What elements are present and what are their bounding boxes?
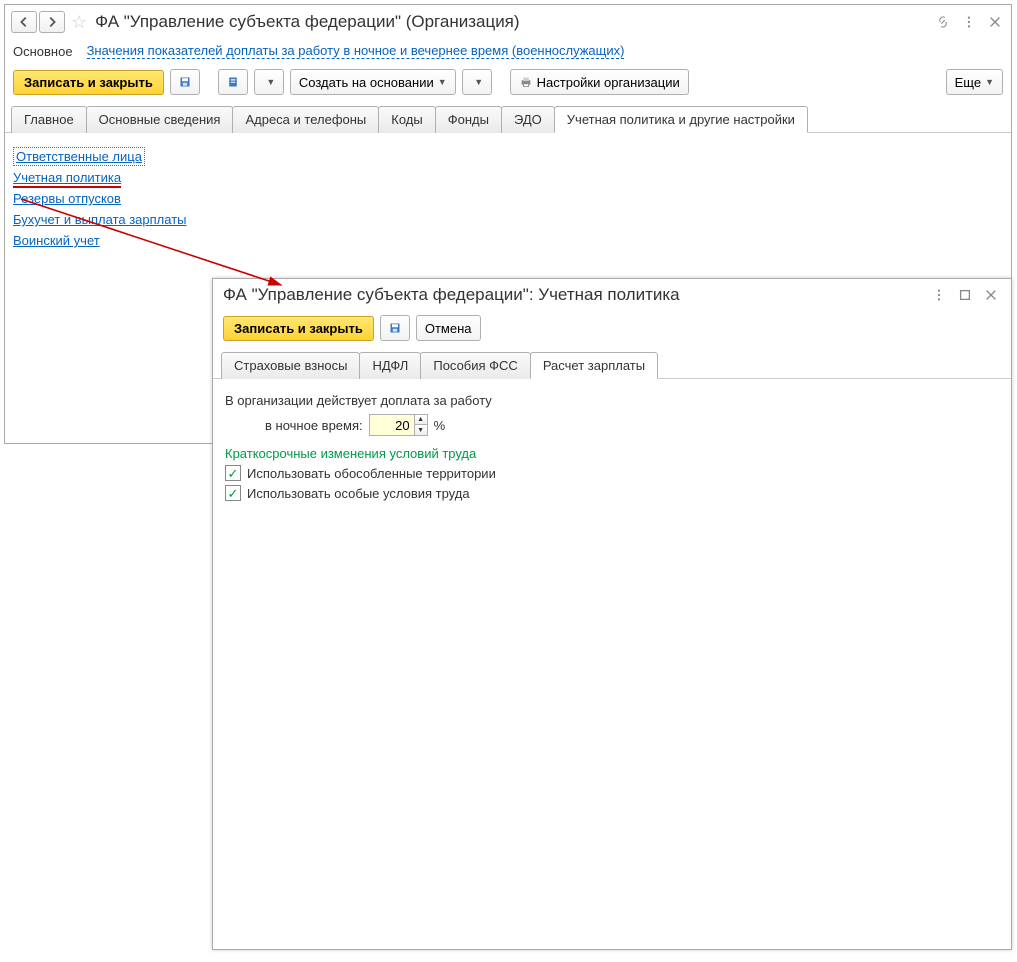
- save-button[interactable]: [170, 69, 200, 95]
- menu-main[interactable]: Основное: [13, 44, 73, 59]
- printer-icon: [519, 75, 533, 89]
- more-label: Еще: [955, 75, 981, 90]
- spinner[interactable]: ▲ ▼: [415, 414, 428, 436]
- chevron-down-icon: ▼: [985, 77, 994, 87]
- more-button[interactable]: Еще ▼: [946, 69, 1003, 95]
- link-accounting-policy[interactable]: Учетная политика: [13, 170, 121, 185]
- night-value-input[interactable]: [369, 414, 415, 436]
- document-icon: [227, 75, 239, 89]
- main-tab-2[interactable]: Адреса и телефоны: [232, 106, 379, 133]
- dialog-tabs: Страховые взносыНДФЛПособия ФССРасчет за…: [213, 351, 1011, 379]
- star-icon[interactable]: ☆: [71, 12, 87, 33]
- dialog-titlebar: ФА "Управление субъекта федерации": Учет…: [213, 279, 1011, 309]
- night-time-row: в ночное время: ▲ ▼ %: [265, 414, 999, 436]
- attach-button[interactable]: ▼: [462, 69, 492, 95]
- arrow-left-icon: [17, 15, 31, 29]
- kebab-icon[interactable]: [959, 12, 979, 32]
- nav-forward-button[interactable]: [39, 11, 65, 33]
- checkbox-territories-label: Использовать обособленные территории: [247, 466, 496, 481]
- main-tab-3[interactable]: Коды: [378, 106, 435, 133]
- dialog-save-button[interactable]: [380, 315, 410, 341]
- link-vacation-reserves[interactable]: Резервы отпусков: [13, 191, 121, 206]
- chevron-down-icon: ▼: [474, 77, 483, 87]
- link-military[interactable]: Воинский учет: [13, 233, 100, 248]
- spinner-down-icon[interactable]: ▼: [415, 425, 427, 435]
- arrow-right-icon: [45, 15, 59, 29]
- floppy-icon: [179, 75, 191, 89]
- spinner-up-icon[interactable]: ▲: [415, 415, 427, 425]
- chevron-down-icon: ▼: [438, 77, 447, 87]
- link-icon[interactable]: [933, 12, 953, 32]
- link-responsible[interactable]: Ответственные лица: [13, 147, 145, 166]
- menu-link-indicators[interactable]: Значения показателей доплаты за работу в…: [87, 43, 625, 59]
- section-header: Краткосрочные изменения условий труда: [225, 446, 999, 461]
- percent-label: %: [434, 418, 446, 433]
- window-title: ФА "Управление субъекта федерации" (Орга…: [95, 12, 927, 32]
- save-close-button[interactable]: Записать и закрыть: [13, 70, 164, 95]
- dialog-save-close-button[interactable]: Записать и закрыть: [223, 316, 374, 341]
- dialog-body: В организации действует доплата за работ…: [213, 379, 1011, 513]
- edit-button[interactable]: ▼: [254, 69, 284, 95]
- dialog-tab-1[interactable]: НДФЛ: [359, 352, 421, 379]
- link-accounting-payroll[interactable]: Бухучет и выплата зарплаты: [13, 212, 187, 227]
- checkbox-conditions[interactable]: ✓: [225, 485, 241, 501]
- main-tabs: ГлавноеОсновные сведенияАдреса и телефон…: [5, 105, 1011, 133]
- chevron-down-icon: ▼: [266, 77, 275, 87]
- maximize-icon[interactable]: [955, 285, 975, 305]
- main-tab-5[interactable]: ЭДО: [501, 106, 555, 133]
- main-tab-1[interactable]: Основные сведения: [86, 106, 234, 133]
- checkbox-conditions-label: Использовать особые условия труда: [247, 486, 470, 501]
- document-button[interactable]: [218, 69, 248, 95]
- create-based-button[interactable]: Создать на основании ▼: [290, 69, 456, 95]
- close-icon[interactable]: [985, 12, 1005, 32]
- kebab-icon[interactable]: [929, 285, 949, 305]
- main-toolbar: Записать и закрыть ▼ Создать на основани…: [5, 63, 1011, 101]
- nav-back-button[interactable]: [11, 11, 37, 33]
- main-tab-0[interactable]: Главное: [11, 106, 87, 133]
- dialog-tab-0[interactable]: Страховые взносы: [221, 352, 360, 379]
- main-tab-4[interactable]: Фонды: [435, 106, 502, 133]
- org-settings-button[interactable]: Настройки организации: [510, 69, 689, 95]
- main-tab-6[interactable]: Учетная политика и другие настройки: [554, 106, 808, 133]
- dialog-window: ФА "Управление субъекта федерации": Учет…: [212, 278, 1012, 950]
- floppy-icon: [389, 321, 401, 335]
- checkbox-row-2: ✓ Использовать особые условия труда: [225, 485, 999, 501]
- dialog-cancel-button[interactable]: Отмена: [416, 315, 481, 341]
- night-label: в ночное время:: [265, 418, 363, 433]
- checkbox-territories[interactable]: ✓: [225, 465, 241, 481]
- dialog-tab-2[interactable]: Пособия ФСС: [420, 352, 530, 379]
- checkbox-row-1: ✓ Использовать обособленные территории: [225, 465, 999, 481]
- dialog-toolbar: Записать и закрыть Отмена: [213, 309, 1011, 347]
- dialog-title: ФА "Управление субъекта федерации": Учет…: [223, 285, 923, 305]
- links-area: Ответственные лица Учетная политика Резе…: [5, 133, 1011, 264]
- dialog-tab-3[interactable]: Расчет зарплаты: [530, 352, 658, 379]
- intro-text: В организации действует доплата за работ…: [225, 393, 999, 408]
- org-settings-label: Настройки организации: [537, 75, 680, 90]
- menu-row: Основное Значения показателей доплаты за…: [5, 39, 1011, 63]
- main-titlebar: ☆ ФА "Управление субъекта федерации" (Ор…: [5, 5, 1011, 39]
- close-icon[interactable]: [981, 285, 1001, 305]
- create-based-label: Создать на основании: [299, 75, 434, 90]
